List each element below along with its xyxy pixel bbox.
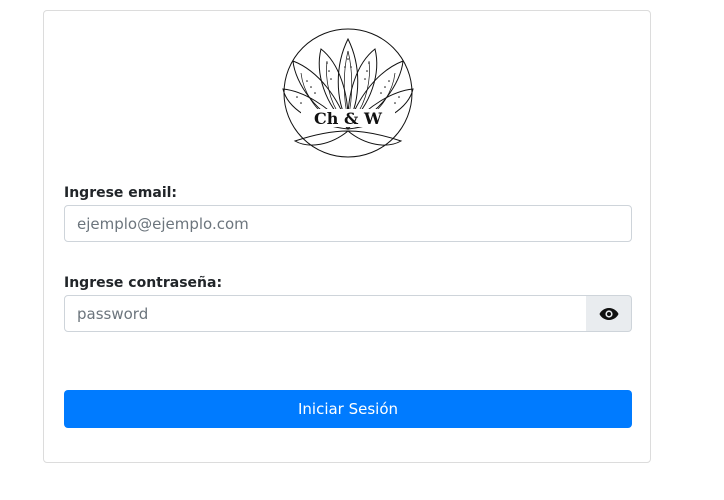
login-button[interactable]: Iniciar Sesión [64,390,632,428]
toggle-password-visibility-button[interactable] [586,295,632,332]
password-field[interactable] [64,295,587,332]
logo-text: Ch & W [314,109,383,128]
email-field[interactable] [64,205,632,242]
email-label: Ingrese email: [64,185,178,201]
eye-icon [599,307,618,320]
login-card: Ch & W Ingrese email: Ingrese contraseña… [43,10,651,463]
lotus-logo: Ch & W [282,28,414,158]
password-label: Ingrese contraseña: [64,275,223,291]
